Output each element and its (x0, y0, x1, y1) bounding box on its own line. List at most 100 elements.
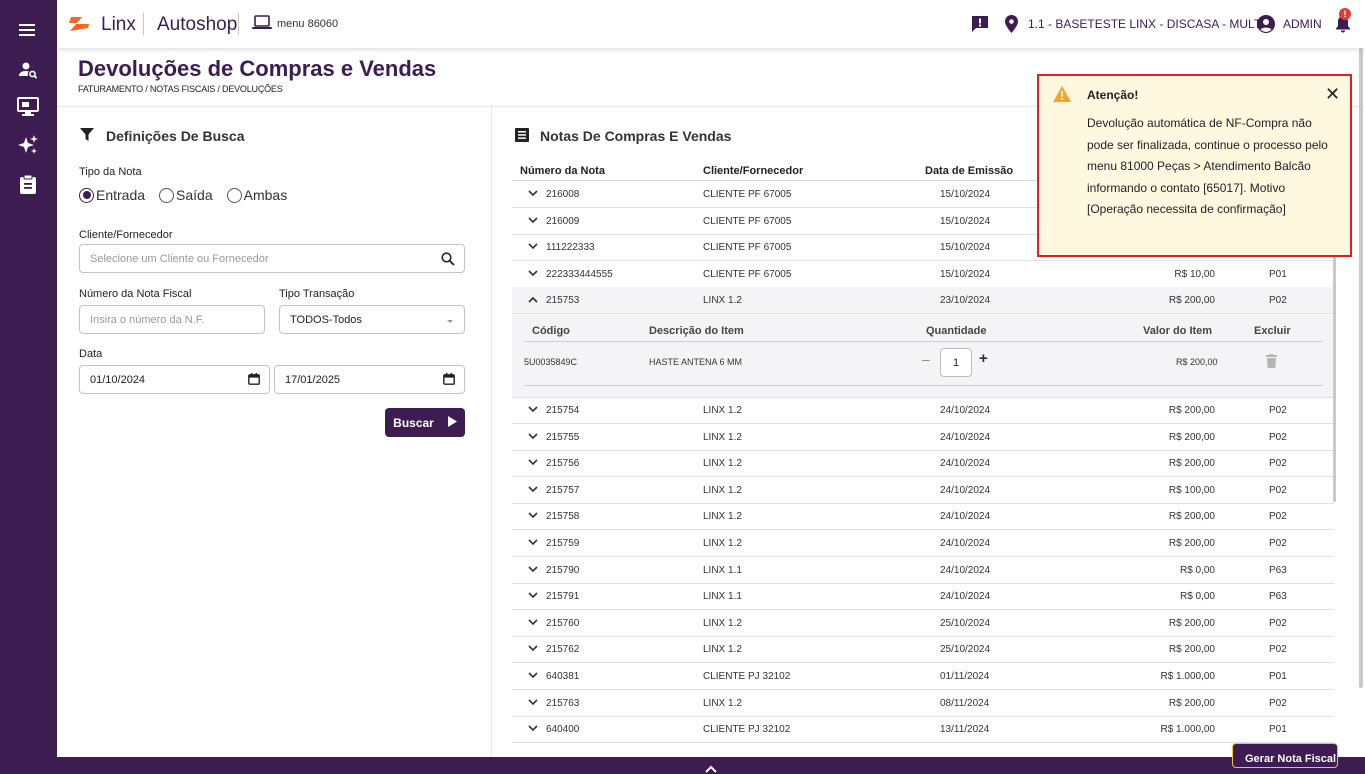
row-serie: P02 (1269, 484, 1287, 496)
chevron-down-icon[interactable] (528, 671, 538, 682)
row-numero: 216008 (546, 189, 580, 200)
list-icon (515, 128, 529, 147)
row-cliente: LINX 1.2 (703, 431, 742, 443)
row-numero: 215754 (546, 405, 580, 416)
chevron-down-icon[interactable] (528, 698, 538, 709)
close-icon[interactable]: ✕ (1325, 84, 1340, 105)
table-row[interactable]: 640400 CLIENTE PJ 32102 13/11/2024 R$ 1.000… (512, 716, 1334, 744)
header-divider (143, 13, 144, 35)
buscar-label: Buscar (393, 415, 434, 430)
nf-number-input[interactable]: Insira o número da N.F. (79, 305, 265, 334)
radio-saida[interactable]: Saída (159, 187, 213, 203)
row-data: 13/11/2024 (940, 724, 990, 736)
row-numero: 215758 (546, 511, 580, 523)
chevron-down-icon[interactable] (528, 189, 538, 200)
detail-col-quantidade: Quantidade (926, 325, 987, 337)
transacao-select[interactable]: TODOS-Todos (279, 305, 465, 334)
table-row[interactable]: 215758 LINX 1.2 24/10/2024 R$ 200,00 P02 (512, 503, 1334, 531)
chevron-down-icon[interactable] (528, 565, 538, 576)
table-row[interactable]: 640381 CLIENTE PJ 32102 01/11/2024 R$ 1.000… (512, 663, 1334, 690)
chevron-down-icon[interactable] (528, 432, 538, 443)
radio-ambas[interactable]: Ambas (226, 187, 287, 203)
row-cliente: LINX 1.2 (703, 697, 742, 709)
row-serie: P63 (1269, 591, 1287, 603)
table-row[interactable]: 215790 LINX 1.1 24/10/2024 R$ 0,00 P63 (512, 557, 1334, 584)
quantity-increment-button[interactable]: + (979, 350, 988, 367)
page-scrollbar[interactable] (1359, 48, 1363, 688)
table-row[interactable]: 215760 LINX 1.2 25/10/2024 R$ 200,00 P02 (512, 610, 1334, 637)
chevron-down-icon[interactable] (528, 644, 538, 655)
caret-down-icon (445, 314, 455, 327)
row-data: 25/10/2024 (940, 644, 991, 656)
table-row[interactable]: 215763 LINX 1.2 08/11/2024 R$ 200,00 P02 (512, 690, 1334, 717)
table-row[interactable]: 215759 LINX 1.2 24/10/2024 R$ 200,00 P02 (512, 530, 1334, 557)
chevron-down-icon[interactable] (528, 216, 538, 227)
hamburger-menu-icon[interactable] (14, 16, 42, 44)
cliente-search-input[interactable]: Selecione um Cliente ou Fornecedor (79, 244, 465, 273)
table-row[interactable]: 215757 LINX 1.2 24/10/2024 R$ 100,00 P02 (512, 477, 1334, 504)
row-numero: 215763 (546, 697, 580, 709)
radio-ambas-indicator[interactable] (226, 187, 242, 203)
row-serie: P02 (1269, 431, 1287, 443)
clipboard-icon[interactable] (14, 170, 42, 198)
calendar-icon[interactable] (443, 373, 455, 388)
quantity-decrement-button[interactable]: – (922, 351, 930, 367)
user-name[interactable]: ADMIN (1283, 0, 1322, 48)
table-row[interactable]: 215791 LINX 1.1 24/10/2024 R$ 0,00 P63 (512, 583, 1334, 611)
data-fim-input[interactable]: 17/01/2025 (274, 365, 465, 394)
chevron-up-icon[interactable] (528, 295, 538, 306)
table-row[interactable]: 215754 LINX 1.2 24/10/2024 R$ 200,00 P02 (512, 397, 1334, 424)
table-row[interactable]: 215756 LINX 1.2 24/10/2024 R$ 200,00 P02 (512, 450, 1334, 478)
item-codigo: 5U0035849C (524, 357, 578, 367)
search-icon[interactable] (441, 252, 455, 269)
chevron-down-icon[interactable] (528, 242, 538, 253)
nf-placeholder: Insira o número da N.F. (90, 313, 205, 326)
menu-code: menu 86060 (277, 18, 339, 30)
transacao-label: Tipo Transação (279, 288, 355, 300)
table-row[interactable]: 215755 LINX 1.2 24/10/2024 R$ 200,00 P02 (512, 424, 1334, 451)
sparkles-icon[interactable] (14, 131, 42, 159)
chevron-down-icon[interactable] (528, 511, 538, 522)
radio-entrada[interactable]: Entrada (79, 187, 145, 203)
monitor-icon[interactable] (14, 93, 42, 121)
col-header-cliente[interactable]: Cliente/Fornecedor (703, 165, 803, 177)
col-header-numero[interactable]: Número da Nota (520, 165, 605, 177)
buscar-button[interactable]: Buscar (385, 408, 465, 437)
table-row[interactable]: 215762 LINX 1.2 25/10/2024 R$ 200,00 P02 (512, 636, 1334, 664)
account-circle-icon[interactable] (1257, 0, 1275, 48)
feedback-icon[interactable] (971, 0, 989, 48)
chevron-up-icon[interactable] (705, 760, 717, 774)
table-scrollbar[interactable] (1333, 252, 1336, 502)
gerar-nota-fiscal-button[interactable]: Gerar Nota Fiscal (1232, 743, 1338, 768)
row-serie: P02 (1269, 644, 1287, 656)
row-numero: 215753 (546, 295, 580, 307)
row-data: 24/10/2024 (940, 405, 991, 416)
row-cliente: LINX 1.2 (703, 295, 742, 307)
quantity-input[interactable]: 1 (940, 348, 972, 377)
tipo-nota-label: Tipo da Nota (79, 166, 142, 178)
transacao-value: TODOS-Todos (290, 313, 362, 326)
store-selector[interactable]: 1.1 - BASETESTE LINX - DISCASA - MULT (1028, 0, 1261, 48)
user-search-icon[interactable] (14, 56, 42, 84)
chevron-down-icon[interactable] (528, 405, 538, 416)
chevron-down-icon[interactable] (528, 618, 538, 629)
calendar-icon[interactable] (248, 373, 260, 388)
chevron-down-icon[interactable] (528, 538, 538, 549)
trash-icon[interactable] (1266, 354, 1277, 373)
row-valor: R$ 200,00 (1168, 538, 1215, 549)
col-header-data[interactable]: Data de Emissão (925, 165, 1013, 177)
row-valor: R$ 100,00 (1168, 484, 1215, 496)
table-row[interactable]: 215753 LINX 1.2 23/10/2024 R$ 200,00 P02 (512, 287, 1334, 315)
radio-entrada-indicator[interactable] (79, 187, 94, 203)
chevron-down-icon[interactable] (528, 458, 538, 469)
chevron-down-icon[interactable] (528, 269, 538, 280)
radio-saida-indicator[interactable] (159, 187, 175, 203)
table-row[interactable]: 222333444555 CLIENTE PF 67005 15/10/2024 R$… (512, 261, 1334, 288)
chevron-down-icon[interactable] (528, 485, 538, 496)
data-inicio-input[interactable]: 01/10/2024 (79, 365, 270, 394)
row-valor: R$ 200,00 (1168, 511, 1215, 523)
row-valor: R$ 200,00 (1168, 458, 1215, 470)
chevron-down-icon[interactable] (528, 591, 538, 602)
row-numero: 640400 (546, 724, 580, 736)
chevron-down-icon[interactable] (528, 724, 538, 735)
